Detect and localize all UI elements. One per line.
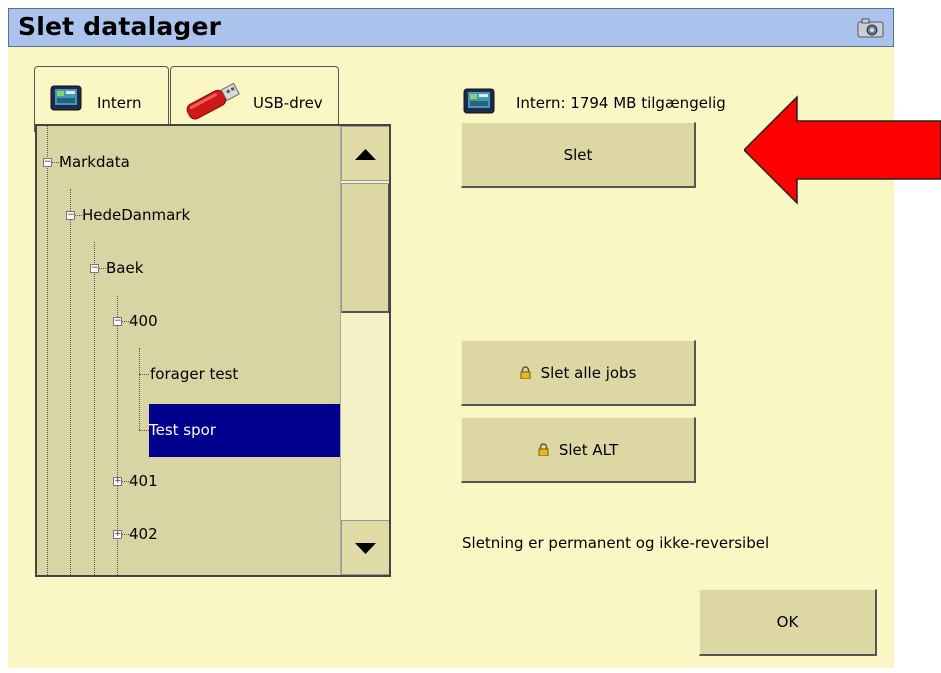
delete-everything-label: Slet ALT — [558, 441, 619, 459]
tree-item-400[interactable]: 400 — [129, 295, 158, 348]
internal-display-icon — [463, 88, 495, 114]
scroll-down-button[interactable] — [341, 520, 389, 575]
delete-button-label: Slet — [563, 146, 593, 164]
tab-label: Intern — [97, 94, 142, 112]
delete-all-jobs-button[interactable]: Slet alle jobs — [461, 340, 696, 406]
tab-usb-drive[interactable]: USB-drev — [170, 66, 339, 132]
folder-tree-panel: − − − − + + + Markdata HedeDanmark Baek … — [35, 124, 391, 577]
arrow-down-icon — [355, 543, 376, 554]
title-bar: Slet datalager — [8, 8, 894, 47]
tree-item-baek[interactable]: Baek — [106, 242, 143, 295]
expand-icon[interactable]: + — [113, 477, 122, 486]
delete-button[interactable]: Slet — [461, 122, 696, 188]
tree-item-markdata[interactable]: Markdata — [59, 136, 130, 189]
delete-all-jobs-label: Slet alle jobs — [540, 364, 637, 382]
permanent-deletion-warning: Sletning er permanent og ikke-reversibel — [462, 534, 770, 552]
tree-item-401[interactable]: 401 — [129, 455, 158, 508]
collapse-icon[interactable]: − — [43, 158, 52, 167]
tree-item-403[interactable]: 403 — [129, 561, 158, 575]
tab-label: USB-drev — [253, 94, 323, 112]
scroll-thumb[interactable] — [341, 183, 389, 313]
folder-tree[interactable]: − − − − + + + Markdata HedeDanmark Baek … — [37, 126, 340, 575]
collapse-icon[interactable]: − — [66, 211, 75, 220]
tree-item-forager-test[interactable]: forager test — [150, 348, 238, 401]
tree-item-test-spor[interactable]: Test spor — [149, 404, 340, 457]
scroll-up-button[interactable] — [341, 126, 389, 181]
delete-everything-button[interactable]: Slet ALT — [461, 417, 696, 483]
lock-icon — [520, 366, 531, 379]
collapse-icon[interactable]: − — [90, 264, 99, 273]
tree-item-label: Test spor — [149, 421, 216, 439]
tree-scrollbar[interactable] — [340, 126, 389, 575]
camera-icon[interactable] — [857, 18, 884, 38]
tab-intern[interactable]: Intern — [34, 66, 169, 132]
tree-item-hededanmark[interactable]: HedeDanmark — [82, 189, 190, 242]
storage-available-label: Intern: 1794 MB tilgængelig — [516, 94, 726, 112]
window-title: Slet datalager — [18, 12, 222, 41]
arrow-up-icon — [355, 149, 376, 160]
expand-icon[interactable]: + — [113, 530, 122, 539]
ok-button[interactable]: OK — [699, 589, 877, 656]
usb-drive-icon — [186, 82, 240, 120]
internal-display-icon — [50, 85, 82, 111]
lock-icon — [538, 443, 549, 456]
collapse-icon[interactable]: − — [113, 317, 122, 326]
red-arrow-annotation — [744, 95, 941, 205]
tree-item-402[interactable]: 402 — [129, 508, 158, 561]
ok-button-label: OK — [776, 613, 799, 631]
